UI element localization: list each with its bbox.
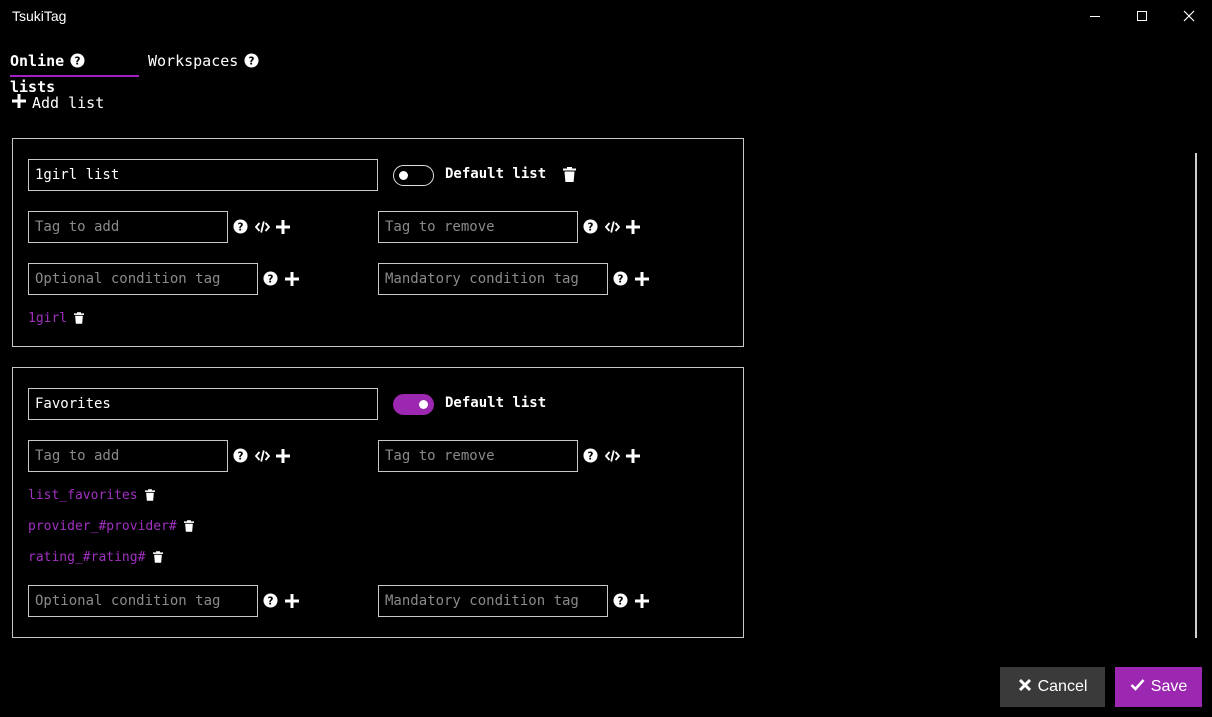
cancel-label: Cancel [1037, 678, 1088, 695]
tag-item: list_favorites [28, 488, 138, 503]
list-card: Default list ? ? list_favorites provider… [12, 367, 744, 638]
close-icon [1183, 10, 1195, 22]
trash-icon[interactable] [182, 518, 196, 534]
trash-icon[interactable] [72, 310, 86, 326]
minimize-button[interactable] [1072, 0, 1118, 32]
svg-text:?: ? [618, 273, 624, 285]
title-bar: TsukiTag [0, 0, 1212, 32]
tag-to-add-input[interactable] [28, 440, 228, 472]
question-circle-icon[interactable]: ? [244, 53, 259, 72]
question-circle-icon[interactable]: ? [613, 271, 628, 286]
plus-icon[interactable] [625, 448, 641, 464]
tag-item: 1girl [28, 311, 68, 326]
svg-text:?: ? [588, 450, 594, 462]
question-circle-icon[interactable]: ? [613, 593, 628, 608]
app-title: TsukiTag [12, 8, 67, 24]
x-icon [1018, 678, 1032, 697]
scrollbar[interactable] [1195, 153, 1197, 638]
trash-icon[interactable] [561, 165, 577, 183]
optional-condition-input[interactable] [28, 585, 258, 617]
svg-text:?: ? [588, 221, 594, 233]
svg-text:?: ? [268, 273, 274, 285]
maximize-button[interactable] [1119, 0, 1165, 32]
default-list-label: Default list [445, 166, 547, 182]
question-circle-icon[interactable]: ? [233, 448, 248, 463]
plus-icon[interactable] [634, 271, 650, 287]
save-button[interactable]: Save [1115, 667, 1202, 707]
trash-icon[interactable] [143, 487, 157, 503]
trash-icon[interactable] [151, 549, 165, 565]
question-circle-icon[interactable]: ? [233, 219, 248, 234]
plus-icon [12, 94, 26, 112]
minimize-icon [1089, 10, 1101, 22]
plus-icon[interactable] [275, 219, 291, 235]
question-circle-icon[interactable]: ? [263, 593, 278, 608]
svg-text:?: ? [618, 595, 624, 607]
mandatory-condition-input[interactable] [378, 263, 608, 295]
tag-to-add-input[interactable] [28, 211, 228, 243]
question-circle-icon[interactable]: ? [263, 271, 278, 286]
optional-condition-input[interactable] [28, 263, 258, 295]
tab-online-lists[interactable]: Online lists ? [10, 48, 85, 96]
code-icon[interactable] [254, 220, 270, 234]
list-card: Default list ? ? ? ? 1girl [12, 138, 744, 347]
list-name-input[interactable] [28, 159, 378, 191]
save-label: Save [1150, 678, 1188, 695]
plus-icon[interactable] [634, 593, 650, 609]
add-list-label: Add list [32, 94, 105, 112]
maximize-icon [1136, 10, 1148, 22]
check-icon [1130, 678, 1145, 696]
svg-text:?: ? [238, 450, 244, 462]
svg-text:?: ? [249, 55, 255, 67]
question-circle-icon[interactable]: ? [70, 53, 85, 72]
default-list-toggle[interactable] [393, 394, 434, 415]
active-tab-indicator [10, 75, 139, 77]
tag-to-remove-input[interactable] [378, 440, 578, 472]
tab-label: Workspaces [148, 52, 239, 70]
svg-text:?: ? [268, 595, 274, 607]
plus-icon[interactable] [275, 448, 291, 464]
code-icon[interactable] [604, 449, 620, 463]
tab-workspaces[interactable]: Workspaces ? [148, 48, 259, 78]
list-name-input[interactable] [28, 388, 378, 420]
tag-to-remove-input[interactable] [378, 211, 578, 243]
svg-text:?: ? [238, 221, 244, 233]
default-list-toggle[interactable] [393, 165, 434, 186]
close-button[interactable] [1166, 0, 1212, 32]
plus-icon[interactable] [284, 593, 300, 609]
default-list-label: Default list [445, 395, 547, 411]
tag-item: rating_#rating# [28, 550, 146, 565]
svg-text:?: ? [75, 55, 81, 67]
plus-icon[interactable] [625, 219, 641, 235]
tag-item: provider_#provider# [28, 519, 177, 534]
code-icon[interactable] [604, 220, 620, 234]
add-list-button[interactable]: Add list [12, 92, 104, 114]
code-icon[interactable] [254, 449, 270, 463]
mandatory-condition-input[interactable] [378, 585, 608, 617]
question-circle-icon[interactable]: ? [583, 219, 598, 234]
plus-icon[interactable] [284, 271, 300, 287]
question-circle-icon[interactable]: ? [583, 448, 598, 463]
cancel-button[interactable]: Cancel [1000, 667, 1105, 707]
